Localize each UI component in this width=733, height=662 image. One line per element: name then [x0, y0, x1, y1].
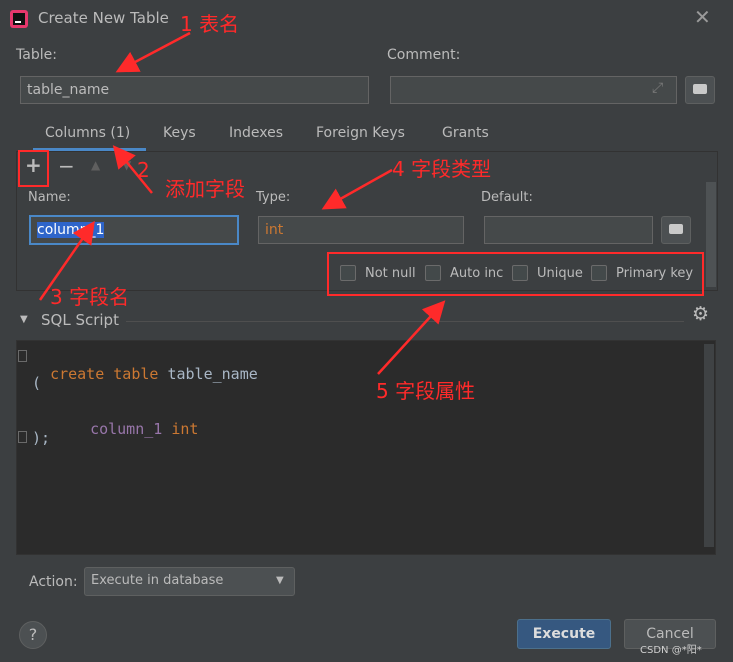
- annotation-3: 3 字段名: [50, 285, 130, 309]
- remove-column-button[interactable]: −: [58, 154, 75, 178]
- column-default-input[interactable]: [484, 216, 653, 244]
- comment-input[interactable]: [390, 76, 677, 104]
- primary-key-label: Primary key: [616, 266, 694, 281]
- expand-icon[interactable]: ⤢: [652, 80, 663, 96]
- sql-column-type: int: [171, 420, 199, 438]
- sql-divider: [126, 321, 684, 322]
- help-icon: ?: [28, 625, 38, 644]
- sql-line-2: (: [32, 374, 42, 392]
- action-dropdown[interactable]: Execute in database ▼: [84, 567, 295, 596]
- gear-icon[interactable]: ⚙: [692, 303, 709, 325]
- annotation-4: 4 字段类型: [392, 157, 492, 181]
- annotation-2: 2: [137, 158, 150, 182]
- close-icon[interactable]: ✕: [694, 5, 711, 29]
- arrow-1: [115, 31, 191, 73]
- action-label: Action:: [29, 574, 78, 590]
- unique-label: Unique: [537, 266, 583, 281]
- action-dropdown-value: Execute in database: [91, 573, 224, 588]
- add-column-button[interactable]: +: [25, 153, 42, 177]
- auto-inc-checkbox[interactable]: [425, 265, 441, 281]
- column-name-input[interactable]: column_1: [29, 215, 239, 245]
- not-null-checkbox[interactable]: [340, 265, 356, 281]
- editor-scrollbar[interactable]: [704, 344, 714, 547]
- app-icon: [10, 10, 28, 28]
- tab-indexes[interactable]: Indexes: [229, 125, 283, 141]
- sql-line-3: column_1 int: [72, 402, 198, 438]
- sql-table-name: table_name: [167, 365, 258, 383]
- tab-grants[interactable]: Grants: [442, 125, 489, 141]
- not-null-label: Not null: [365, 266, 416, 281]
- speech-bubble-icon: [693, 84, 707, 94]
- tab-foreign-keys[interactable]: Foreign Keys: [316, 125, 405, 141]
- type-label: Type:: [256, 190, 291, 205]
- default-edit-button[interactable]: [661, 216, 691, 244]
- speech-bubble-icon: [669, 224, 683, 234]
- comment-label: Comment:: [387, 47, 461, 63]
- table-name-input[interactable]: table_name: [20, 76, 369, 104]
- execute-label: Execute: [532, 626, 596, 642]
- help-button[interactable]: ?: [19, 621, 47, 649]
- annotation-2-text: 添加字段: [165, 177, 245, 201]
- column-name-value: column_1: [37, 222, 105, 238]
- panel-scrollbar[interactable]: [706, 182, 716, 287]
- fold-marker-icon[interactable]: [18, 350, 27, 362]
- default-label: Default:: [481, 190, 533, 205]
- sql-line-1: create table table_name: [32, 347, 258, 383]
- cancel-label: Cancel: [646, 626, 694, 642]
- primary-key-checkbox[interactable]: [591, 265, 607, 281]
- sql-script-title[interactable]: SQL Script: [41, 311, 119, 329]
- execute-button[interactable]: Execute: [517, 619, 611, 649]
- auto-inc-label: Auto inc: [450, 266, 504, 281]
- sql-column-name: column_1: [90, 420, 163, 438]
- annotation-5: 5 字段属性: [376, 379, 476, 403]
- unique-checkbox[interactable]: [512, 265, 528, 281]
- name-label: Name:: [28, 190, 71, 205]
- tab-columns[interactable]: Columns (1): [45, 125, 130, 141]
- move-up-icon[interactable]: ▲: [91, 158, 100, 172]
- collapse-icon[interactable]: ▼: [20, 314, 28, 325]
- sql-line-4: );: [32, 429, 51, 447]
- watermark: CSDN @*阳*: [640, 645, 702, 656]
- annotation-1: 1 表名: [180, 12, 240, 36]
- table-label: Table:: [16, 47, 57, 63]
- move-down-icon[interactable]: ▼: [122, 158, 131, 172]
- fold-marker-icon[interactable]: [18, 431, 27, 443]
- chevron-down-icon: ▼: [276, 575, 284, 586]
- tab-keys[interactable]: Keys: [163, 125, 196, 141]
- column-type-input[interactable]: int: [258, 216, 464, 244]
- sql-keyword: create table: [50, 365, 159, 383]
- comment-edit-button[interactable]: [685, 76, 715, 104]
- window-title: Create New Table: [38, 9, 169, 27]
